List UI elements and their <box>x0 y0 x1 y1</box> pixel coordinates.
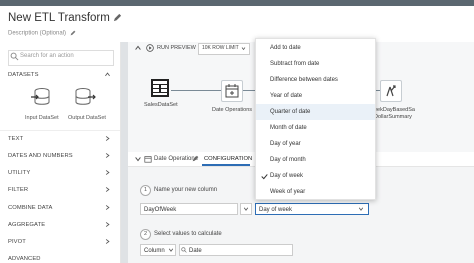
chevron-right-icon[interactable] <box>104 221 111 228</box>
tile-label-input-dataset: Input DataSet <box>25 115 59 121</box>
operation-select[interactable]: Day of week <box>255 203 369 215</box>
menu-item-day-of-year[interactable]: Day of year <box>270 141 301 147</box>
sidebar-section-text[interactable]: TEXT <box>8 136 23 142</box>
sidebar-section-aggregate[interactable]: AGGREGATE <box>8 222 45 228</box>
menu-item-add-to-date[interactable]: Add to date <box>270 45 301 51</box>
tile-label-output-dataset: Output DataSet <box>68 115 106 121</box>
sidebar-section-datasets[interactable]: DATASETS <box>8 72 39 78</box>
page-title-row: New ETL Transform <box>8 12 122 24</box>
menu-item-day-of-month[interactable]: Day of month <box>270 157 306 163</box>
chevron-right-icon[interactable] <box>104 186 111 193</box>
step-number: 1 <box>140 185 151 196</box>
menu-item-quarter-of-date[interactable]: Quarter of date <box>270 109 310 115</box>
search-placeholder: Search for an action <box>20 53 74 59</box>
chevron-down-icon[interactable] <box>243 206 249 212</box>
run-preview-button[interactable]: RUN PREVIEW <box>157 45 196 51</box>
checkmark-icon <box>261 174 268 180</box>
edit-title-icon[interactable] <box>113 13 122 22</box>
dataset-icon <box>151 79 169 97</box>
sidebar-section-advanced[interactable]: ADVANCED <box>8 256 41 262</box>
app-top-bar <box>0 0 474 6</box>
menu-item-difference-between-dates[interactable]: Difference between dates <box>270 77 338 83</box>
panel-splitter[interactable] <box>121 42 128 263</box>
chevron-down-icon[interactable] <box>134 155 142 163</box>
menu-item-day-of-week[interactable]: Day of week <box>270 173 303 179</box>
edit-description-icon[interactable] <box>70 30 76 36</box>
active-tab-indicator <box>202 164 250 166</box>
description-field[interactable]: Description (Optional) <box>8 31 66 37</box>
search-icon <box>10 52 19 61</box>
calendar-icon <box>144 156 152 163</box>
sidebar-section-dates-and-numbers[interactable]: DATES AND NUMBERS <box>8 153 73 159</box>
menu-item-month-of-date[interactable]: Month of date <box>270 125 307 131</box>
page-title[interactable]: New ETL Transform <box>8 12 110 24</box>
source-column-select[interactable]: Date <box>179 244 293 256</box>
node-link <box>241 90 255 91</box>
step-label: Name your new column <box>154 187 218 193</box>
chevron-right-icon[interactable] <box>104 238 111 245</box>
chevron-down-icon[interactable] <box>241 46 246 51</box>
node-label: eekDayBasedSa <box>374 107 415 113</box>
node-link <box>171 90 221 91</box>
sidebar-section-pivot[interactable]: PIVOT <box>8 239 26 245</box>
description-row: Description (Optional) <box>8 30 76 37</box>
calendar-plus-icon <box>225 84 239 98</box>
chevron-up-icon[interactable] <box>104 71 111 78</box>
node-label: DollarSummary <box>374 114 412 120</box>
database-export-icon[interactable] <box>74 86 96 108</box>
output-icon <box>386 85 396 97</box>
divider <box>0 130 120 131</box>
chevron-down-icon[interactable] <box>358 206 364 212</box>
sidebar-section-utility[interactable]: UTILITY <box>8 170 30 176</box>
sidebar-section-combine-data[interactable]: COMBINE DATA <box>8 205 52 211</box>
database-import-icon[interactable] <box>31 86 53 108</box>
node-salesdataset[interactable] <box>150 78 170 98</box>
collapse-icon[interactable] <box>134 44 142 52</box>
node-output-dataset[interactable] <box>380 80 402 102</box>
node-date-operations[interactable] <box>221 80 243 102</box>
step-number: 2 <box>140 229 151 240</box>
edit-node-name-icon[interactable] <box>192 155 199 162</box>
chevron-right-icon[interactable] <box>104 204 111 211</box>
play-icon[interactable] <box>146 44 154 52</box>
chevron-right-icon[interactable] <box>104 169 111 176</box>
new-column-name-input[interactable]: DayOfWeek <box>140 203 238 215</box>
sidebar-section-filter[interactable]: FILTER <box>8 187 28 193</box>
operation-dropdown-menu: Add to date Subtract from date Differenc… <box>255 38 376 200</box>
row-limit-value: 10K ROW LIMIT <box>202 45 239 51</box>
chevron-right-icon[interactable] <box>104 135 111 142</box>
node-label: Date Operations <box>212 107 253 113</box>
step-label: Select values to calculate <box>154 231 222 237</box>
menu-item-week-of-year[interactable]: Week of year <box>270 189 305 195</box>
tab-configuration[interactable]: CONFIGURATION <box>204 156 252 162</box>
search-icon <box>181 247 187 253</box>
node-label: SalesDataSet <box>144 102 178 108</box>
chevron-down-icon[interactable] <box>168 247 174 253</box>
chevron-right-icon[interactable] <box>104 152 111 159</box>
menu-item-subtract-from-date[interactable]: Subtract from date <box>270 61 319 67</box>
menu-item-year-of-date[interactable]: Year of date <box>270 93 302 99</box>
